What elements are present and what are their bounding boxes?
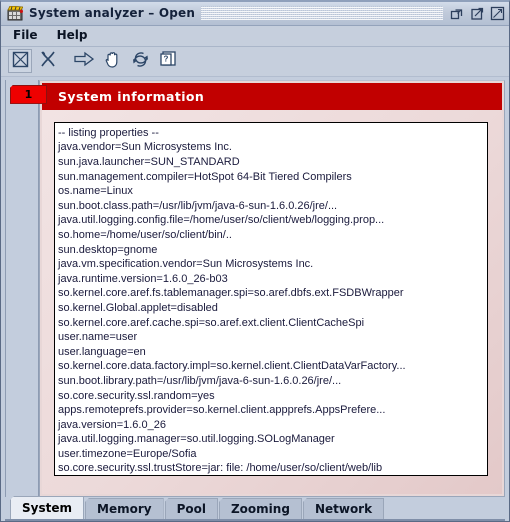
properties-line: user.language=en [58, 345, 146, 358]
refresh-button[interactable] [128, 49, 152, 73]
toolbar: ? [1, 46, 509, 77]
window-controls [449, 5, 506, 22]
panel-inner: System information -- listing properties… [42, 82, 502, 494]
properties-list: -- listing properties -- java.vendor=Sun … [55, 123, 487, 475]
body-area: 1 System information -- listing properti… [1, 76, 509, 521]
menu-help[interactable]: Help [53, 27, 97, 44]
properties-line: sun.management.compiler=HotSpot 64-Bit T… [58, 170, 352, 183]
left-rail: 1 [5, 79, 47, 497]
close-icon[interactable] [489, 5, 506, 22]
properties-line: so.kernel.core.aref.fs.tablemanager.spi=… [58, 287, 404, 300]
hand-button[interactable] [100, 49, 124, 73]
properties-line: java.util.logging.manager=so.util.loggin… [58, 433, 335, 446]
properties-line: so.core.security.ssl.random=yes [58, 389, 215, 402]
properties-line: so.home=/home/user/so/client/bin/.. [58, 228, 232, 241]
arrow-right-icon [74, 51, 95, 71]
properties-line: java.runtime.version=1.6.0_26-b03 [58, 272, 228, 285]
window-title: System analyzer – Open [29, 6, 196, 21]
properties-line: java.vm.specification.vendor=Sun Microsy… [58, 258, 314, 271]
hand-icon [104, 50, 121, 72]
restore-icon[interactable] [449, 5, 466, 22]
panel-title: System information [58, 88, 205, 104]
tab-memory[interactable]: Memory [85, 497, 164, 519]
properties-line: sun.boot.library.path=/usr/lib/jvm/java-… [58, 374, 342, 387]
clapperboard-icon [7, 5, 24, 21]
properties-line: so.kernel.core.aref.cache.spi=so.aref.ex… [58, 316, 365, 329]
properties-line: so.kernel.core.data.factory.impl=so.kern… [58, 360, 406, 373]
tab-zooming[interactable]: Zooming [218, 497, 302, 519]
properties-line: java.util.logging.config.file=/home/user… [58, 214, 385, 227]
menu-bar: File Help [1, 25, 509, 47]
cut-button[interactable] [36, 49, 60, 73]
tab-memory-label: Memory [97, 501, 152, 516]
help-document-icon: ? [159, 50, 177, 72]
maximize-icon[interactable] [469, 5, 486, 22]
properties-line: user.name=user [58, 331, 138, 344]
x-box-icon [12, 51, 29, 72]
svg-text:?: ? [163, 55, 168, 64]
properties-line: so.core.security.ssl.trustStore=jar: fil… [58, 462, 383, 475]
stop-button[interactable] [8, 49, 32, 74]
tab-system[interactable]: System [10, 495, 84, 519]
document-area: 1 System information -- listing properti… [5, 79, 505, 497]
scissors-icon [39, 50, 57, 72]
title-bar-filler [201, 6, 443, 21]
help-button[interactable]: ? [156, 49, 180, 73]
properties-line: os.name=Linux [58, 185, 133, 198]
title-bar: System analyzer – Open [1, 2, 509, 26]
properties-line: sun.boot.class.path=/usr/lib/jvm/java-6-… [58, 199, 338, 212]
properties-line: apps.remoteprefs.provider=so.kernel.clie… [58, 404, 386, 417]
tab-network-label: Network [314, 501, 373, 516]
panel-banner: System information [42, 82, 502, 110]
properties-line: java.version=1.6.0_26 [58, 418, 166, 431]
properties-line: sun.desktop=gnome [58, 243, 158, 256]
refresh-icon [131, 51, 150, 72]
application-window: System analyzer – Open File Help ? 1 Sys… [0, 0, 510, 522]
tab-pool[interactable]: Pool [164, 497, 218, 519]
menu-file[interactable]: File [9, 27, 47, 44]
tab-zooming-label: Zooming [230, 501, 290, 516]
tab-network[interactable]: Network [302, 497, 385, 519]
tab-system-label: System [22, 500, 72, 515]
tab-strip-filler [385, 517, 505, 519]
tab-pool-label: Pool [176, 501, 206, 516]
side-tab-1[interactable]: 1 [10, 84, 47, 104]
properties-line: so.kernel.Global.applet=disabled [58, 301, 218, 314]
properties-text-area[interactable]: -- listing properties -- java.vendor=Sun … [54, 121, 488, 476]
properties-line: sun.java.launcher=SUN_STANDARD [58, 156, 240, 168]
side-tab-label: 1 [24, 87, 33, 101]
properties-line: -- listing properties -- [58, 126, 159, 139]
properties-line: java.vendor=Sun Microsystems Inc. [58, 141, 232, 154]
system-information-panel: System information -- listing properties… [39, 79, 505, 497]
bottom-tab-strip: System Memory Pool Zooming Network [5, 495, 505, 521]
forward-button[interactable] [72, 49, 96, 73]
properties-line: user.timezone=Europe/Sofia [58, 447, 197, 460]
